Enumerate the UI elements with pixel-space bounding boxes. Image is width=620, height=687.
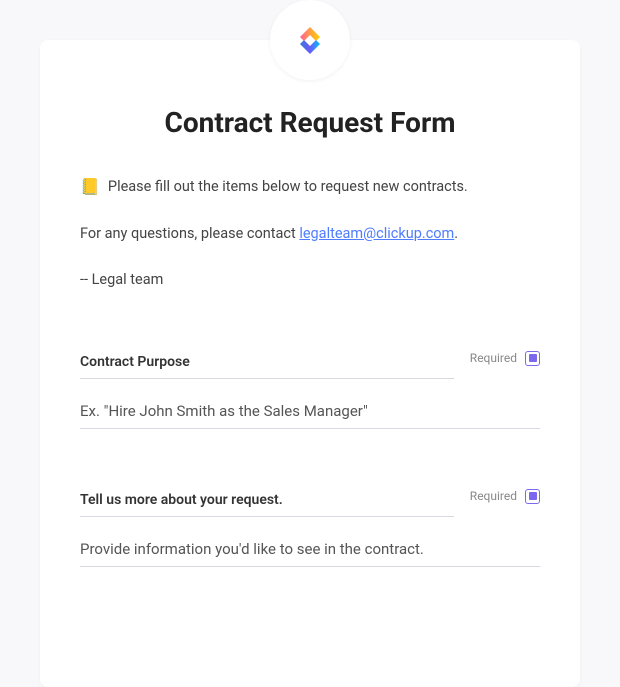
contract-purpose-input[interactable]: Ex. "Hire John Smith as the Sales Manage…	[80, 401, 540, 429]
field-contract-purpose: Contract Purpose Required Ex. "Hire John…	[80, 351, 540, 429]
intro-block: 📒 Please fill out the items below to req…	[80, 175, 540, 291]
memo-icon: 📒	[80, 175, 100, 199]
placeholder: Ex. "Hire John Smith as the Sales Manage…	[80, 402, 368, 420]
intro-instruction: 📒 Please fill out the items below to req…	[80, 175, 540, 199]
required-label: Required	[470, 489, 517, 503]
placeholder: Provide information you'd like to see in…	[80, 540, 424, 558]
intro-text: Please fill out the items below to reque…	[108, 176, 468, 198]
contact-email-link[interactable]: legalteam@clickup.com	[299, 225, 454, 242]
field-request-details: Tell us more about your request. Require…	[80, 489, 540, 567]
contact-line: For any questions, please contact legalt…	[80, 223, 540, 245]
clickup-logo-icon	[292, 22, 328, 58]
field-label: Tell us more about your request.	[80, 492, 283, 508]
required-checkbox-icon	[525, 351, 540, 366]
contact-prefix: For any questions, please contact	[80, 225, 299, 242]
contact-suffix: .	[454, 225, 458, 242]
form-card: Contract Request Form 📒 Please fill out …	[40, 40, 580, 687]
request-details-input[interactable]: Provide information you'd like to see in…	[80, 539, 540, 567]
logo-badge	[270, 0, 350, 80]
field-label: Contract Purpose	[80, 354, 190, 370]
required-checkbox-icon	[525, 489, 540, 504]
required-label: Required	[470, 351, 517, 365]
form-title: Contract Request Form	[80, 106, 540, 139]
required-indicator: Required	[470, 489, 540, 504]
required-indicator: Required	[470, 351, 540, 366]
signoff: -- Legal team	[80, 269, 540, 291]
